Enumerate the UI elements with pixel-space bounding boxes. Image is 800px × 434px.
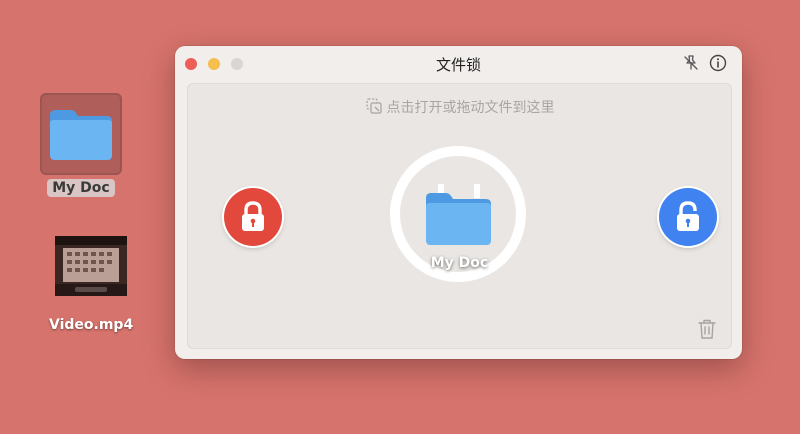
folder-icon: [50, 110, 112, 160]
drop-hint-text: 点击打开或拖动文件到这里: [386, 100, 555, 116]
selected-file-label: My Doc: [430, 255, 489, 271]
pin-off-icon[interactable]: [682, 54, 700, 72]
drop-hint: 点击打开或拖动文件到这里: [188, 97, 731, 117]
drop-files-icon: [365, 98, 382, 114]
unlock-icon: [677, 201, 699, 231]
folder-icon[interactable]: [424, 184, 494, 248]
unlock-button[interactable]: [659, 188, 717, 246]
trash-icon[interactable]: [697, 318, 717, 340]
titlebar[interactable]: 文件锁: [175, 46, 742, 80]
drop-zone[interactable]: 点击打开或拖动文件到这里 My Doc: [187, 83, 732, 349]
lock-icon: [242, 201, 264, 231]
desktop-video-label: Video.mp4: [49, 317, 134, 333]
window-title: 文件锁: [435, 56, 481, 74]
desktop-video-item[interactable]: Video.mp4: [44, 236, 138, 334]
video-thumbnail: [55, 236, 128, 296]
file-lock-window: 文件锁 点击打开或拖动文件到这里 My Doc: [175, 46, 742, 359]
desktop-folder-item[interactable]: My Doc: [40, 93, 122, 197]
desktop-folder-selection[interactable]: [40, 93, 122, 175]
info-icon[interactable]: [709, 54, 727, 72]
desktop-folder-label: My Doc: [47, 179, 115, 197]
lock-button[interactable]: [224, 188, 282, 246]
